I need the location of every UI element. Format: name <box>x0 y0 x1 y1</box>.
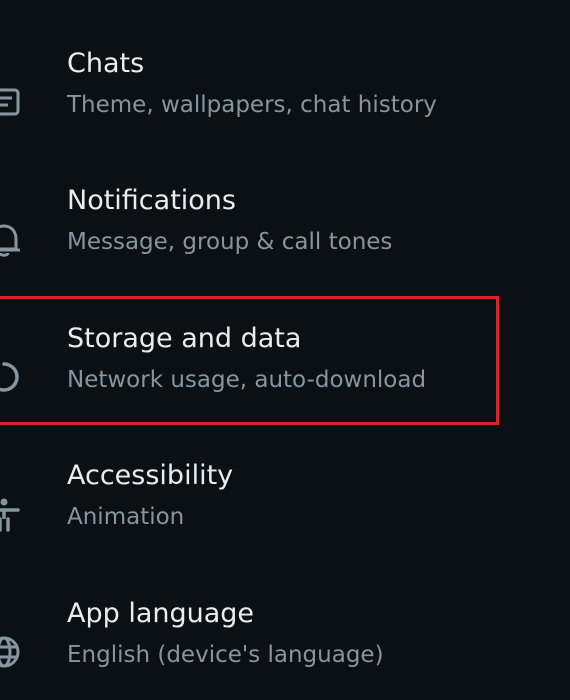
settings-item-title: Notifications <box>67 185 236 216</box>
settings-item-chats[interactable]: Chats Theme, wallpapers, chat history <box>0 33 570 170</box>
settings-item-subtitle: Theme, wallpapers, chat history <box>67 92 437 118</box>
settings-list: Chats Theme, wallpapers, chat history No… <box>0 0 570 700</box>
bell-icon <box>0 219 24 259</box>
chat-icon <box>0 82 24 122</box>
settings-item-title: Accessibility <box>67 460 234 491</box>
settings-item-storage[interactable]: Storage and data Network usage, auto-dow… <box>0 308 570 445</box>
settings-item-subtitle: English (device's language) <box>67 642 384 668</box>
globe-icon <box>0 632 24 672</box>
settings-item-title: Storage and data <box>67 323 302 354</box>
settings-item-language[interactable]: App language English (device's language) <box>0 583 570 700</box>
settings-item-title: App language <box>67 598 255 629</box>
settings-item-subtitle: Animation <box>67 504 185 530</box>
settings-item-accessibility[interactable]: Accessibility Animation <box>0 445 570 582</box>
settings-item-subtitle: Message, group & call tones <box>67 229 393 255</box>
accessibility-icon <box>0 494 24 534</box>
settings-item-notifications[interactable]: Notifications Message, group & call tone… <box>0 170 570 307</box>
storage-circle-icon <box>0 357 24 397</box>
settings-item-title: Chats <box>67 48 145 79</box>
settings-item-subtitle: Network usage, auto-download <box>67 367 427 393</box>
